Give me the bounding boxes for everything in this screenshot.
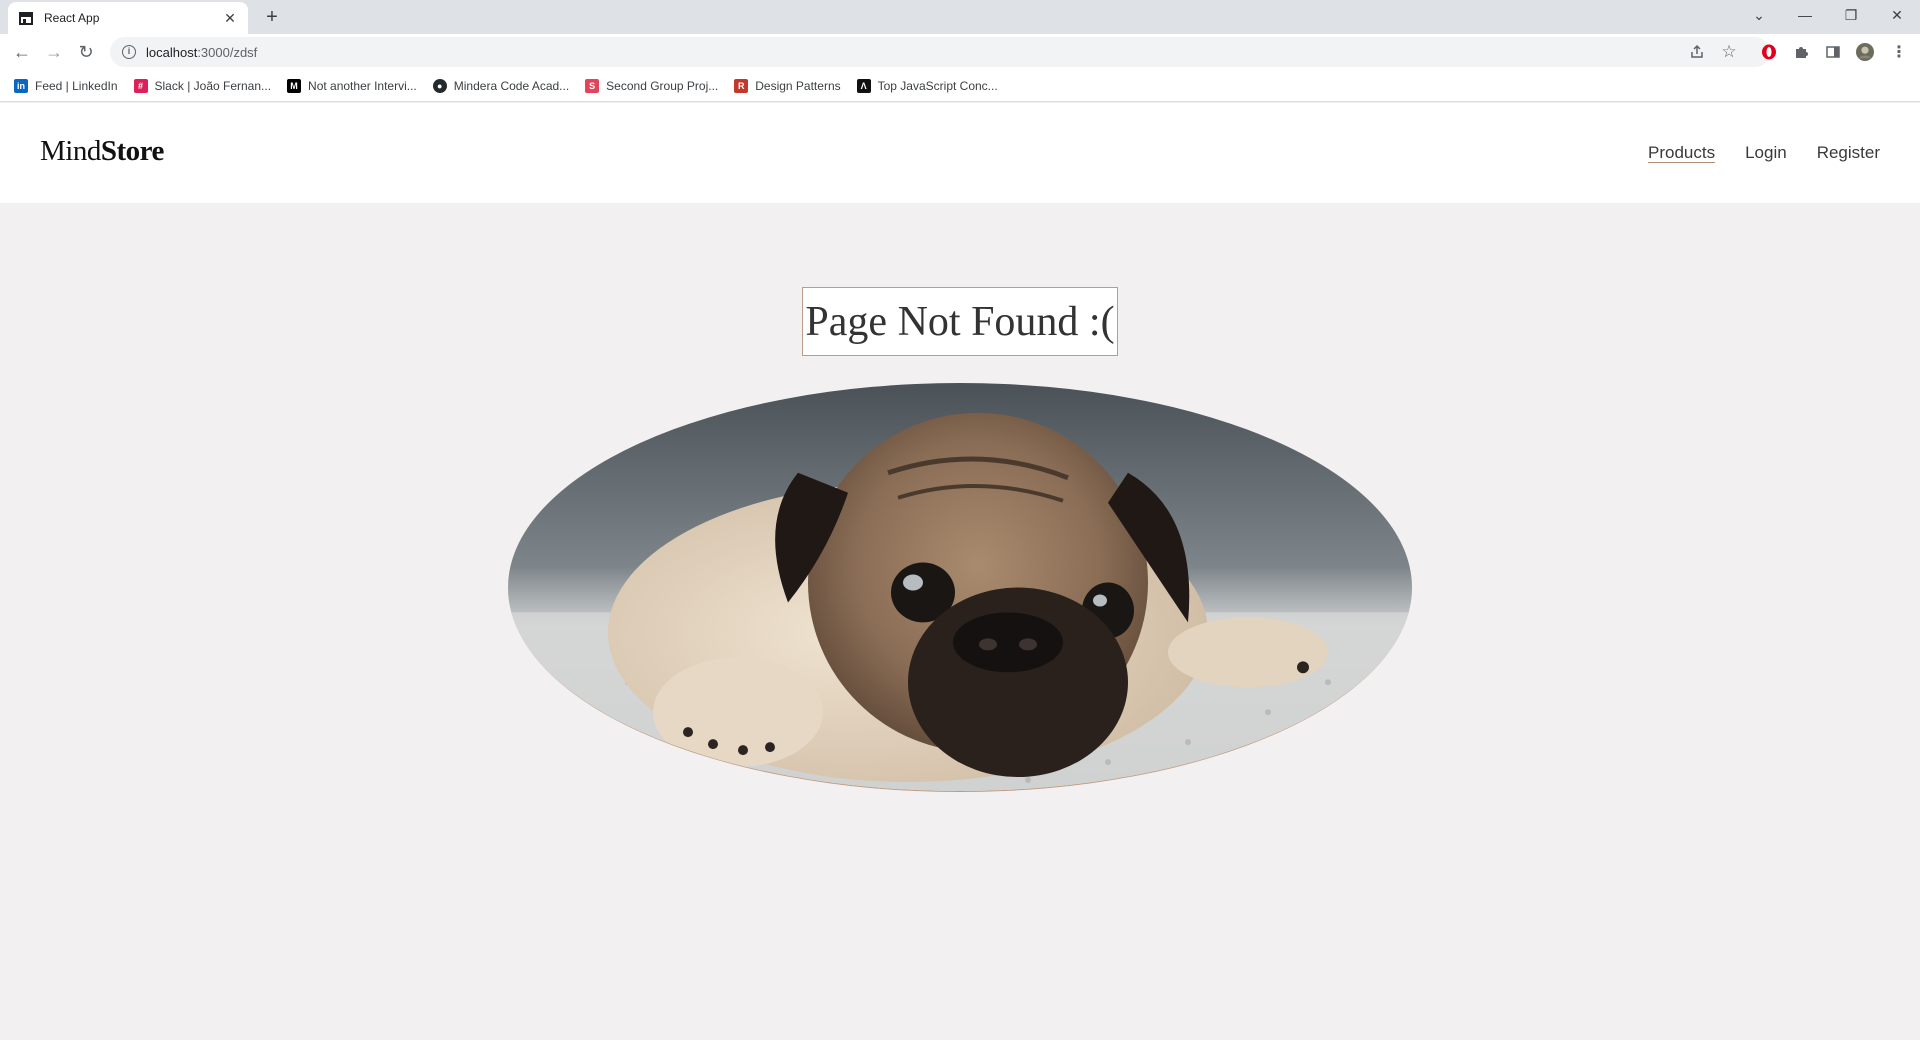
linkedin-icon: in — [14, 78, 28, 93]
site-logo[interactable]: MindStore — [40, 135, 164, 168]
slack-icon: # — [133, 78, 148, 93]
close-window-button[interactable]: ✕ — [1874, 0, 1920, 30]
sad-pug-image — [508, 383, 1412, 792]
browser-tabstrip: React App ✕ + ⌄ — ❐ ✕ — [0, 0, 1920, 34]
nav-products-link[interactable]: Products — [1648, 143, 1715, 163]
extensions-puzzle-icon[interactable] — [1792, 43, 1810, 61]
js-concepts-icon: Λ — [856, 78, 871, 93]
bookmark-label: Slack | João Fernan... — [154, 78, 272, 93]
tab-title: React App — [44, 11, 100, 25]
share-icon[interactable] — [1688, 43, 1706, 61]
minimize-button[interactable]: — — [1782, 0, 1828, 30]
nav-login-link[interactable]: Login — [1745, 143, 1787, 163]
opera-extension-icon[interactable] — [1760, 43, 1778, 61]
bookmark-item[interactable]: R Design Patterns — [734, 78, 841, 93]
new-tab-button[interactable]: + — [260, 5, 284, 29]
bookmark-item[interactable]: ● Mindera Code Acad... — [432, 78, 570, 93]
close-tab-icon[interactable]: ✕ — [222, 10, 238, 27]
store-favicon-icon — [19, 12, 33, 25]
bookmark-label: Top JavaScript Conc... — [877, 78, 998, 93]
bookmark-label: Design Patterns — [755, 78, 841, 93]
bookmark-label: Second Group Proj... — [606, 78, 719, 93]
back-icon[interactable]: ← — [10, 40, 34, 64]
address-bar[interactable]: i localhost:3000/zdsf — [110, 37, 1770, 67]
main-nav: Products Login Register — [1648, 143, 1880, 163]
nav-register-link[interactable]: Register — [1817, 143, 1880, 163]
bookmark-star-icon[interactable]: ☆ — [1720, 42, 1738, 61]
reload-icon[interactable]: ↻ — [74, 40, 98, 64]
site-info-icon[interactable]: i — [122, 45, 136, 59]
refactoring-icon: R — [734, 78, 749, 93]
browser-toolbar: ← → ↻ i localhost:3000/zdsf ☆ ⋮ — [0, 34, 1920, 70]
profile-avatar[interactable] — [1856, 43, 1874, 61]
pug-illustration — [508, 383, 1412, 791]
bookmark-label: Feed | LinkedIn — [35, 78, 118, 93]
restore-button[interactable]: ❐ — [1828, 0, 1874, 30]
bookmark-item[interactable]: Λ Top JavaScript Conc... — [856, 78, 998, 93]
medium-icon: M — [287, 78, 302, 93]
s-icon: S — [585, 78, 600, 93]
page-not-found-heading: Page Not Found :( — [802, 287, 1118, 356]
tab-search-icon[interactable]: ⌄ — [1736, 0, 1782, 30]
forward-icon[interactable]: → — [42, 40, 66, 64]
logo-store: Store — [100, 135, 165, 167]
github-icon: ● — [432, 78, 447, 93]
site-header: MindStore Products Login Register — [0, 103, 1920, 203]
bookmark-item[interactable]: # Slack | João Fernan... — [133, 78, 272, 93]
bookmark-label: Not another Intervi... — [308, 78, 417, 93]
bookmark-item[interactable]: M Not another Intervi... — [287, 78, 417, 93]
bookmark-item[interactable]: S Second Group Proj... — [585, 78, 719, 93]
bookmark-label: Mindera Code Acad... — [453, 78, 570, 93]
side-panel-icon[interactable] — [1824, 43, 1842, 61]
browser-menu-icon[interactable]: ⋮ — [1890, 43, 1908, 61]
bookmark-item[interactable]: in Feed | LinkedIn — [14, 78, 118, 93]
url-text: localhost:3000/zdsf — [146, 44, 258, 60]
logo-mind: Mind — [40, 135, 101, 167]
browser-tab[interactable]: React App ✕ — [8, 2, 248, 34]
bookmarks-bar: in Feed | LinkedIn # Slack | João Fernan..… — [0, 70, 1920, 102]
